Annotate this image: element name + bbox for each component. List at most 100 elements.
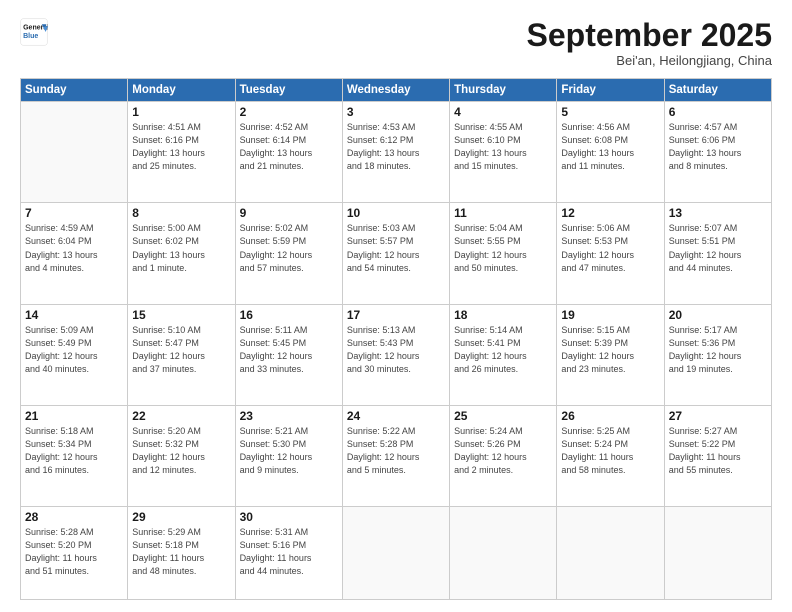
calendar-cell: 9Sunrise: 5:02 AM Sunset: 5:59 PM Daylig… bbox=[235, 203, 342, 304]
day-info: Sunrise: 5:14 AM Sunset: 5:41 PM Dayligh… bbox=[454, 324, 552, 376]
day-number: 23 bbox=[240, 409, 338, 423]
day-number: 19 bbox=[561, 308, 659, 322]
calendar-week-row: 14 Sunrise: 5:09 AM Sunset: 5:49 PM Dayli… bbox=[21, 304, 772, 405]
day-info: Sunrise: 5:07 AM Sunset: 5:51 PM Dayligh… bbox=[669, 222, 767, 274]
calendar-cell: 21 Sunrise: 5:18 AM Sunset: 5:34 PM Dayli… bbox=[21, 405, 128, 506]
day-info: Sunrise: 5:03 AM Sunset: 5:57 PM Dayligh… bbox=[347, 222, 445, 274]
day-number: 20 bbox=[669, 308, 767, 322]
calendar-cell: 30 Sunrise: 5:31 AM Sunset: 5:16 PM Dayli… bbox=[235, 507, 342, 600]
day-number: 1 bbox=[132, 105, 230, 119]
calendar-cell: 23Sunrise: 5:21 AM Sunset: 5:30 PM Dayli… bbox=[235, 405, 342, 506]
calendar-cell: 13 Sunrise: 5:07 AM Sunset: 5:51 PM Dayli… bbox=[664, 203, 771, 304]
calendar-cell bbox=[557, 507, 664, 600]
calendar-cell: 8Sunrise: 5:00 AM Sunset: 6:02 PM Daylig… bbox=[128, 203, 235, 304]
calendar-cell: 24 Sunrise: 5:22 AM Sunset: 5:28 PM Dayli… bbox=[342, 405, 449, 506]
calendar-cell: 25Sunrise: 5:24 AM Sunset: 5:26 PM Dayli… bbox=[450, 405, 557, 506]
calendar-cell bbox=[450, 507, 557, 600]
day-number: 5 bbox=[561, 105, 659, 119]
weekday-header-friday: Friday bbox=[557, 79, 664, 102]
day-number: 15 bbox=[132, 308, 230, 322]
day-info: Sunrise: 5:15 AM Sunset: 5:39 PM Dayligh… bbox=[561, 324, 659, 376]
logo-icon: General Blue bbox=[20, 18, 48, 46]
svg-text:Blue: Blue bbox=[23, 33, 38, 40]
weekday-header-thursday: Thursday bbox=[450, 79, 557, 102]
calendar-cell bbox=[664, 507, 771, 600]
calendar-cell: 19 Sunrise: 5:15 AM Sunset: 5:39 PM Dayli… bbox=[557, 304, 664, 405]
calendar-cell: 2 Sunrise: 4:52 AM Sunset: 6:14 PM Daylig… bbox=[235, 102, 342, 203]
calendar-cell bbox=[21, 102, 128, 203]
day-info: Sunrise: 5:11 AM Sunset: 5:45 PM Dayligh… bbox=[240, 324, 338, 376]
location-subtitle: Bei'an, Heilongjiang, China bbox=[527, 53, 772, 68]
day-info: Sunrise: 5:25 AM Sunset: 5:24 PM Dayligh… bbox=[561, 425, 659, 477]
day-number: 17 bbox=[347, 308, 445, 322]
day-number: 18 bbox=[454, 308, 552, 322]
day-number: 22 bbox=[132, 409, 230, 423]
day-info: Sunrise: 5:04 AM Sunset: 5:55 PM Dayligh… bbox=[454, 222, 552, 274]
calendar-cell: 22 Sunrise: 5:20 AM Sunset: 5:32 PM Dayli… bbox=[128, 405, 235, 506]
calendar-cell: 1 Sunrise: 4:51 AM Sunset: 6:16 PM Daylig… bbox=[128, 102, 235, 203]
calendar-cell: 20Sunrise: 5:17 AM Sunset: 5:36 PM Dayli… bbox=[664, 304, 771, 405]
calendar-cell: 15Sunrise: 5:10 AM Sunset: 5:47 PM Dayli… bbox=[128, 304, 235, 405]
calendar-cell: 12Sunrise: 5:06 AM Sunset: 5:53 PM Dayli… bbox=[557, 203, 664, 304]
calendar-cell: 11 Sunrise: 5:04 AM Sunset: 5:55 PM Dayli… bbox=[450, 203, 557, 304]
day-number: 16 bbox=[240, 308, 338, 322]
weekday-header-sunday: Sunday bbox=[21, 79, 128, 102]
calendar-week-row: 21 Sunrise: 5:18 AM Sunset: 5:34 PM Dayli… bbox=[21, 405, 772, 506]
day-info: Sunrise: 5:00 AM Sunset: 6:02 PM Dayligh… bbox=[132, 222, 230, 274]
day-info: Sunrise: 4:55 AM Sunset: 6:10 PM Dayligh… bbox=[454, 121, 552, 173]
day-number: 27 bbox=[669, 409, 767, 423]
weekday-header-tuesday: Tuesday bbox=[235, 79, 342, 102]
day-number: 6 bbox=[669, 105, 767, 119]
day-number: 30 bbox=[240, 510, 338, 524]
day-number: 21 bbox=[25, 409, 123, 423]
day-number: 14 bbox=[25, 308, 123, 322]
day-number: 10 bbox=[347, 206, 445, 220]
weekday-header-row: SundayMondayTuesdayWednesdayThursdayFrid… bbox=[21, 79, 772, 102]
day-number: 13 bbox=[669, 206, 767, 220]
calendar-cell: 6Sunrise: 4:57 AM Sunset: 6:06 PM Daylig… bbox=[664, 102, 771, 203]
day-info: Sunrise: 5:06 AM Sunset: 5:53 PM Dayligh… bbox=[561, 222, 659, 274]
calendar-cell: 7Sunrise: 4:59 AM Sunset: 6:04 PM Daylig… bbox=[21, 203, 128, 304]
day-number: 29 bbox=[132, 510, 230, 524]
weekday-header-monday: Monday bbox=[128, 79, 235, 102]
calendar-cell: 16 Sunrise: 5:11 AM Sunset: 5:45 PM Dayli… bbox=[235, 304, 342, 405]
day-info: Sunrise: 4:51 AM Sunset: 6:16 PM Dayligh… bbox=[132, 121, 230, 173]
day-number: 26 bbox=[561, 409, 659, 423]
day-number: 28 bbox=[25, 510, 123, 524]
calendar-cell: 18 Sunrise: 5:14 AM Sunset: 5:41 PM Dayli… bbox=[450, 304, 557, 405]
month-title: September 2025 bbox=[527, 18, 772, 53]
day-info: Sunrise: 4:53 AM Sunset: 6:12 PM Dayligh… bbox=[347, 121, 445, 173]
day-info: Sunrise: 5:28 AM Sunset: 5:20 PM Dayligh… bbox=[25, 526, 123, 578]
day-number: 3 bbox=[347, 105, 445, 119]
day-info: Sunrise: 5:31 AM Sunset: 5:16 PM Dayligh… bbox=[240, 526, 338, 578]
calendar-cell: 5 Sunrise: 4:56 AM Sunset: 6:08 PM Daylig… bbox=[557, 102, 664, 203]
calendar-week-row: 7Sunrise: 4:59 AM Sunset: 6:04 PM Daylig… bbox=[21, 203, 772, 304]
day-info: Sunrise: 4:52 AM Sunset: 6:14 PM Dayligh… bbox=[240, 121, 338, 173]
calendar-page: General Blue September 2025 Bei'an, Heil… bbox=[0, 0, 792, 612]
day-number: 2 bbox=[240, 105, 338, 119]
calendar-cell: 26 Sunrise: 5:25 AM Sunset: 5:24 PM Dayli… bbox=[557, 405, 664, 506]
title-block: September 2025 Bei'an, Heilongjiang, Chi… bbox=[527, 18, 772, 68]
calendar-cell: 10 Sunrise: 5:03 AM Sunset: 5:57 PM Dayli… bbox=[342, 203, 449, 304]
calendar-cell: 14 Sunrise: 5:09 AM Sunset: 5:49 PM Dayli… bbox=[21, 304, 128, 405]
calendar-cell: 17 Sunrise: 5:13 AM Sunset: 5:43 PM Dayli… bbox=[342, 304, 449, 405]
day-info: Sunrise: 5:20 AM Sunset: 5:32 PM Dayligh… bbox=[132, 425, 230, 477]
day-number: 24 bbox=[347, 409, 445, 423]
weekday-header-saturday: Saturday bbox=[664, 79, 771, 102]
day-info: Sunrise: 5:18 AM Sunset: 5:34 PM Dayligh… bbox=[25, 425, 123, 477]
day-number: 7 bbox=[25, 206, 123, 220]
logo: General Blue bbox=[20, 18, 48, 46]
day-info: Sunrise: 4:56 AM Sunset: 6:08 PM Dayligh… bbox=[561, 121, 659, 173]
day-info: Sunrise: 5:13 AM Sunset: 5:43 PM Dayligh… bbox=[347, 324, 445, 376]
calendar-cell: 3 Sunrise: 4:53 AM Sunset: 6:12 PM Daylig… bbox=[342, 102, 449, 203]
weekday-header-wednesday: Wednesday bbox=[342, 79, 449, 102]
calendar-week-row: 28 Sunrise: 5:28 AM Sunset: 5:20 PM Dayli… bbox=[21, 507, 772, 600]
day-number: 4 bbox=[454, 105, 552, 119]
day-info: Sunrise: 5:09 AM Sunset: 5:49 PM Dayligh… bbox=[25, 324, 123, 376]
day-info: Sunrise: 5:27 AM Sunset: 5:22 PM Dayligh… bbox=[669, 425, 767, 477]
calendar-cell: 28 Sunrise: 5:28 AM Sunset: 5:20 PM Dayli… bbox=[21, 507, 128, 600]
calendar-week-row: 1 Sunrise: 4:51 AM Sunset: 6:16 PM Daylig… bbox=[21, 102, 772, 203]
calendar-cell: 27 Sunrise: 5:27 AM Sunset: 5:22 PM Dayli… bbox=[664, 405, 771, 506]
day-number: 11 bbox=[454, 206, 552, 220]
day-info: Sunrise: 5:22 AM Sunset: 5:28 PM Dayligh… bbox=[347, 425, 445, 477]
